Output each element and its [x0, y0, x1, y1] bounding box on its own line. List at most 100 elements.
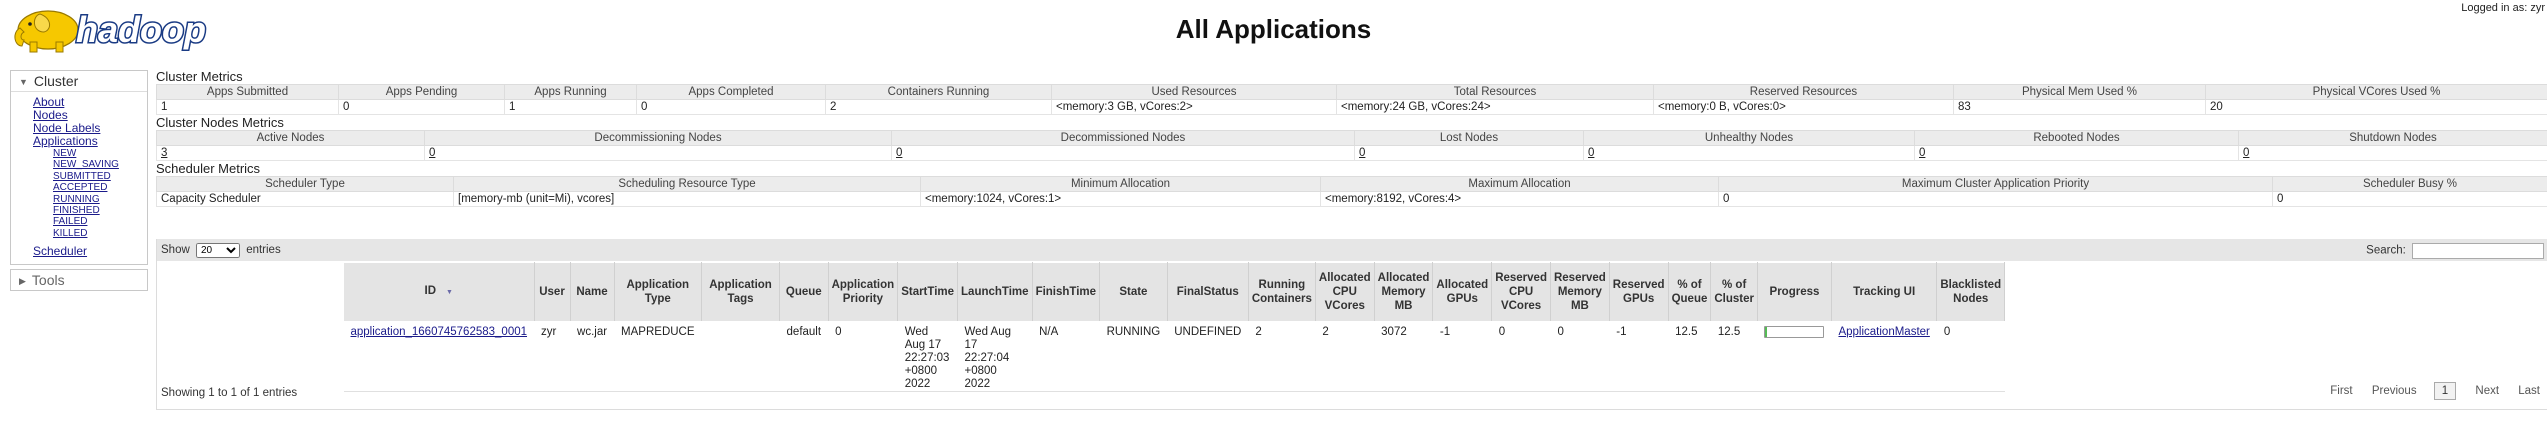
- scheduler-metric-value: 0: [2272, 191, 2547, 207]
- column-header-label: Allocated GPUs: [1436, 279, 1489, 305]
- cluster-metric-value: 1: [156, 99, 339, 115]
- applications-panel: Show 20 entries Search: ID ▼ User Name Appli…: [156, 239, 2547, 410]
- cluster-metric-header: Reserved Resources: [1653, 84, 1954, 100]
- nav-state-submitted[interactable]: SUBMITTED: [33, 171, 147, 182]
- pager-last[interactable]: Last: [2518, 385, 2540, 397]
- column-header-label: Queue: [785, 286, 822, 298]
- node-metric-value-link[interactable]: 3: [161, 147, 167, 159]
- cell-id: application_1660745762583_0001: [343, 321, 535, 392]
- cluster-metrics-table: Apps Submitted Apps Pending Apps Running Ap…: [156, 84, 2547, 115]
- tools-nav-header[interactable]: ▶ Tools: [11, 270, 147, 290]
- progress-bar-fill: [1765, 327, 1768, 337]
- column-header[interactable]: Allocated Memory MB: [1373, 262, 1434, 322]
- node-metric-value-cell: 0: [424, 145, 892, 161]
- column-header[interactable]: Reserved GPUs: [1608, 262, 1669, 322]
- page-size-select[interactable]: 20: [195, 243, 240, 258]
- column-header[interactable]: Allocated CPU VCores: [1314, 262, 1375, 322]
- node-metric-value-cell: 0: [1914, 145, 2239, 161]
- tracking-ui-link[interactable]: ApplicationMaster: [1838, 326, 1929, 338]
- cluster-metric-value: 1: [504, 99, 637, 115]
- pager-previous[interactable]: Previous: [2372, 385, 2417, 397]
- progress-bar: [1764, 326, 1825, 338]
- column-header[interactable]: Application Priority: [827, 262, 899, 322]
- show-label: Show: [161, 244, 190, 256]
- application-id-link[interactable]: application_1660745762583_0001: [351, 326, 528, 338]
- column-header[interactable]: FinalStatus: [1166, 262, 1249, 322]
- column-header[interactable]: User: [533, 262, 571, 322]
- node-metric-value-link[interactable]: 0: [1919, 147, 1925, 159]
- scheduler-metric-value: Capacity Scheduler: [156, 191, 454, 207]
- node-metric-value-cell: 0: [891, 145, 1355, 161]
- column-header[interactable]: State: [1099, 262, 1168, 322]
- column-header-label: Running Containers: [1251, 279, 1312, 305]
- column-header-label: % of Queue: [1671, 279, 1708, 305]
- column-header[interactable]: Blacklisted Nodes: [1936, 262, 2006, 322]
- table-row[interactable]: application_1660745762583_0001 zyr wc.jar M…: [343, 321, 2005, 392]
- table-info: Showing 1 to 1 of 1 entries: [161, 387, 298, 399]
- nav-state-new-saving[interactable]: NEW_SAVING: [33, 159, 147, 170]
- cell-rcpu: 0: [1491, 321, 1551, 392]
- node-metric-value-link[interactable]: 0: [429, 147, 435, 159]
- column-header-label: Blacklisted Nodes: [1940, 279, 2002, 305]
- node-metric-value-link[interactable]: 0: [1359, 147, 1365, 159]
- column-header[interactable]: % of Cluster: [1710, 262, 1758, 322]
- nav-state-accepted[interactable]: ACCEPTED: [33, 182, 147, 193]
- nodes-metrics-table: Active Nodes Decommissioning Nodes Decommi…: [156, 130, 2547, 161]
- cell-rmem: 0: [1550, 321, 1610, 392]
- column-header-label: Application Priority: [831, 279, 895, 305]
- search-label: Search:: [2366, 244, 2406, 257]
- node-metric-value-cell: 0: [1583, 145, 1915, 161]
- nav-state-killed[interactable]: KILLED: [33, 228, 147, 239]
- column-header-label: Tracking UI: [1853, 286, 1916, 298]
- nav-state-new[interactable]: NEW: [33, 148, 147, 159]
- column-header[interactable]: FinishTime: [1031, 262, 1101, 322]
- column-header[interactable]: Name: [569, 262, 615, 322]
- column-header-label: User: [539, 286, 565, 298]
- login-status: Logged in as: zyr: [2461, 2, 2545, 14]
- node-metric-value-link[interactable]: 0: [2243, 147, 2249, 159]
- node-metric-value-link[interactable]: 0: [1588, 147, 1594, 159]
- column-header[interactable]: Reserved Memory MB: [1549, 262, 1610, 322]
- cluster-nav-header[interactable]: ▼ Cluster: [11, 71, 147, 92]
- scheduler-metric-header: Scheduler Busy %: [2272, 176, 2547, 192]
- column-header[interactable]: Running Containers: [1247, 262, 1316, 322]
- cell-rgpus: -1: [1609, 321, 1669, 392]
- column-header-label: Application Tags: [709, 279, 772, 305]
- nav-link-applications[interactable]: Applications: [33, 135, 147, 148]
- column-header[interactable]: % of Queue: [1667, 262, 1712, 322]
- column-header[interactable]: Allocated GPUs: [1432, 262, 1493, 322]
- node-metric-header: Shutdown Nodes: [2238, 130, 2547, 146]
- node-metric-value-link[interactable]: 0: [896, 147, 902, 159]
- page-title: All Applications: [1175, 14, 1372, 44]
- nav-state-running[interactable]: RUNNING: [33, 194, 147, 205]
- nav-state-failed[interactable]: FAILED: [33, 216, 147, 227]
- search-control: Search:: [2366, 243, 2544, 259]
- search-input[interactable]: [2412, 243, 2544, 259]
- cell-start: Wed Aug 17 22:27:03 +0800 2022: [897, 321, 958, 392]
- cluster-metric-header: Physical VCores Used %: [2205, 84, 2547, 100]
- pager-current-page[interactable]: 1: [2433, 382, 2457, 400]
- pager-first[interactable]: First: [2330, 385, 2352, 397]
- cluster-metric-value: 20: [2205, 99, 2547, 115]
- cell-user: zyr: [534, 321, 571, 392]
- pager-next[interactable]: Next: [2475, 385, 2499, 397]
- column-header[interactable]: Tracking UI: [1830, 262, 1938, 322]
- scheduler-metric-header: Scheduling Resource Type: [453, 176, 921, 192]
- scheduler-metric-value: <memory:1024, vCores:1>: [920, 191, 1321, 207]
- nav-state-finished[interactable]: FINISHED: [33, 205, 147, 216]
- column-header[interactable]: StartTime: [897, 262, 959, 322]
- column-header[interactable]: Reserved CPU VCores: [1491, 262, 1551, 322]
- column-header[interactable]: Application Tags: [701, 262, 781, 322]
- column-header[interactable]: ID ▼: [343, 262, 535, 322]
- nav-link-scheduler[interactable]: Scheduler: [33, 245, 147, 258]
- cluster-metric-value: <memory:0 B, vCores:0>: [1653, 99, 1954, 115]
- column-header[interactable]: Application Type: [613, 262, 703, 322]
- expand-triangle-icon: ▶: [19, 276, 26, 287]
- column-header[interactable]: Queue: [779, 262, 829, 322]
- column-header[interactable]: LaunchTime: [957, 262, 1033, 322]
- cell-final: UNDEFINED: [1167, 321, 1249, 392]
- column-header[interactable]: Progress: [1756, 262, 1832, 322]
- column-header-label: LaunchTime: [961, 286, 1029, 298]
- cluster-metrics-title: Cluster Metrics: [156, 69, 243, 84]
- applications-table: ID ▼ User Name Application Type Application T…: [343, 262, 2006, 392]
